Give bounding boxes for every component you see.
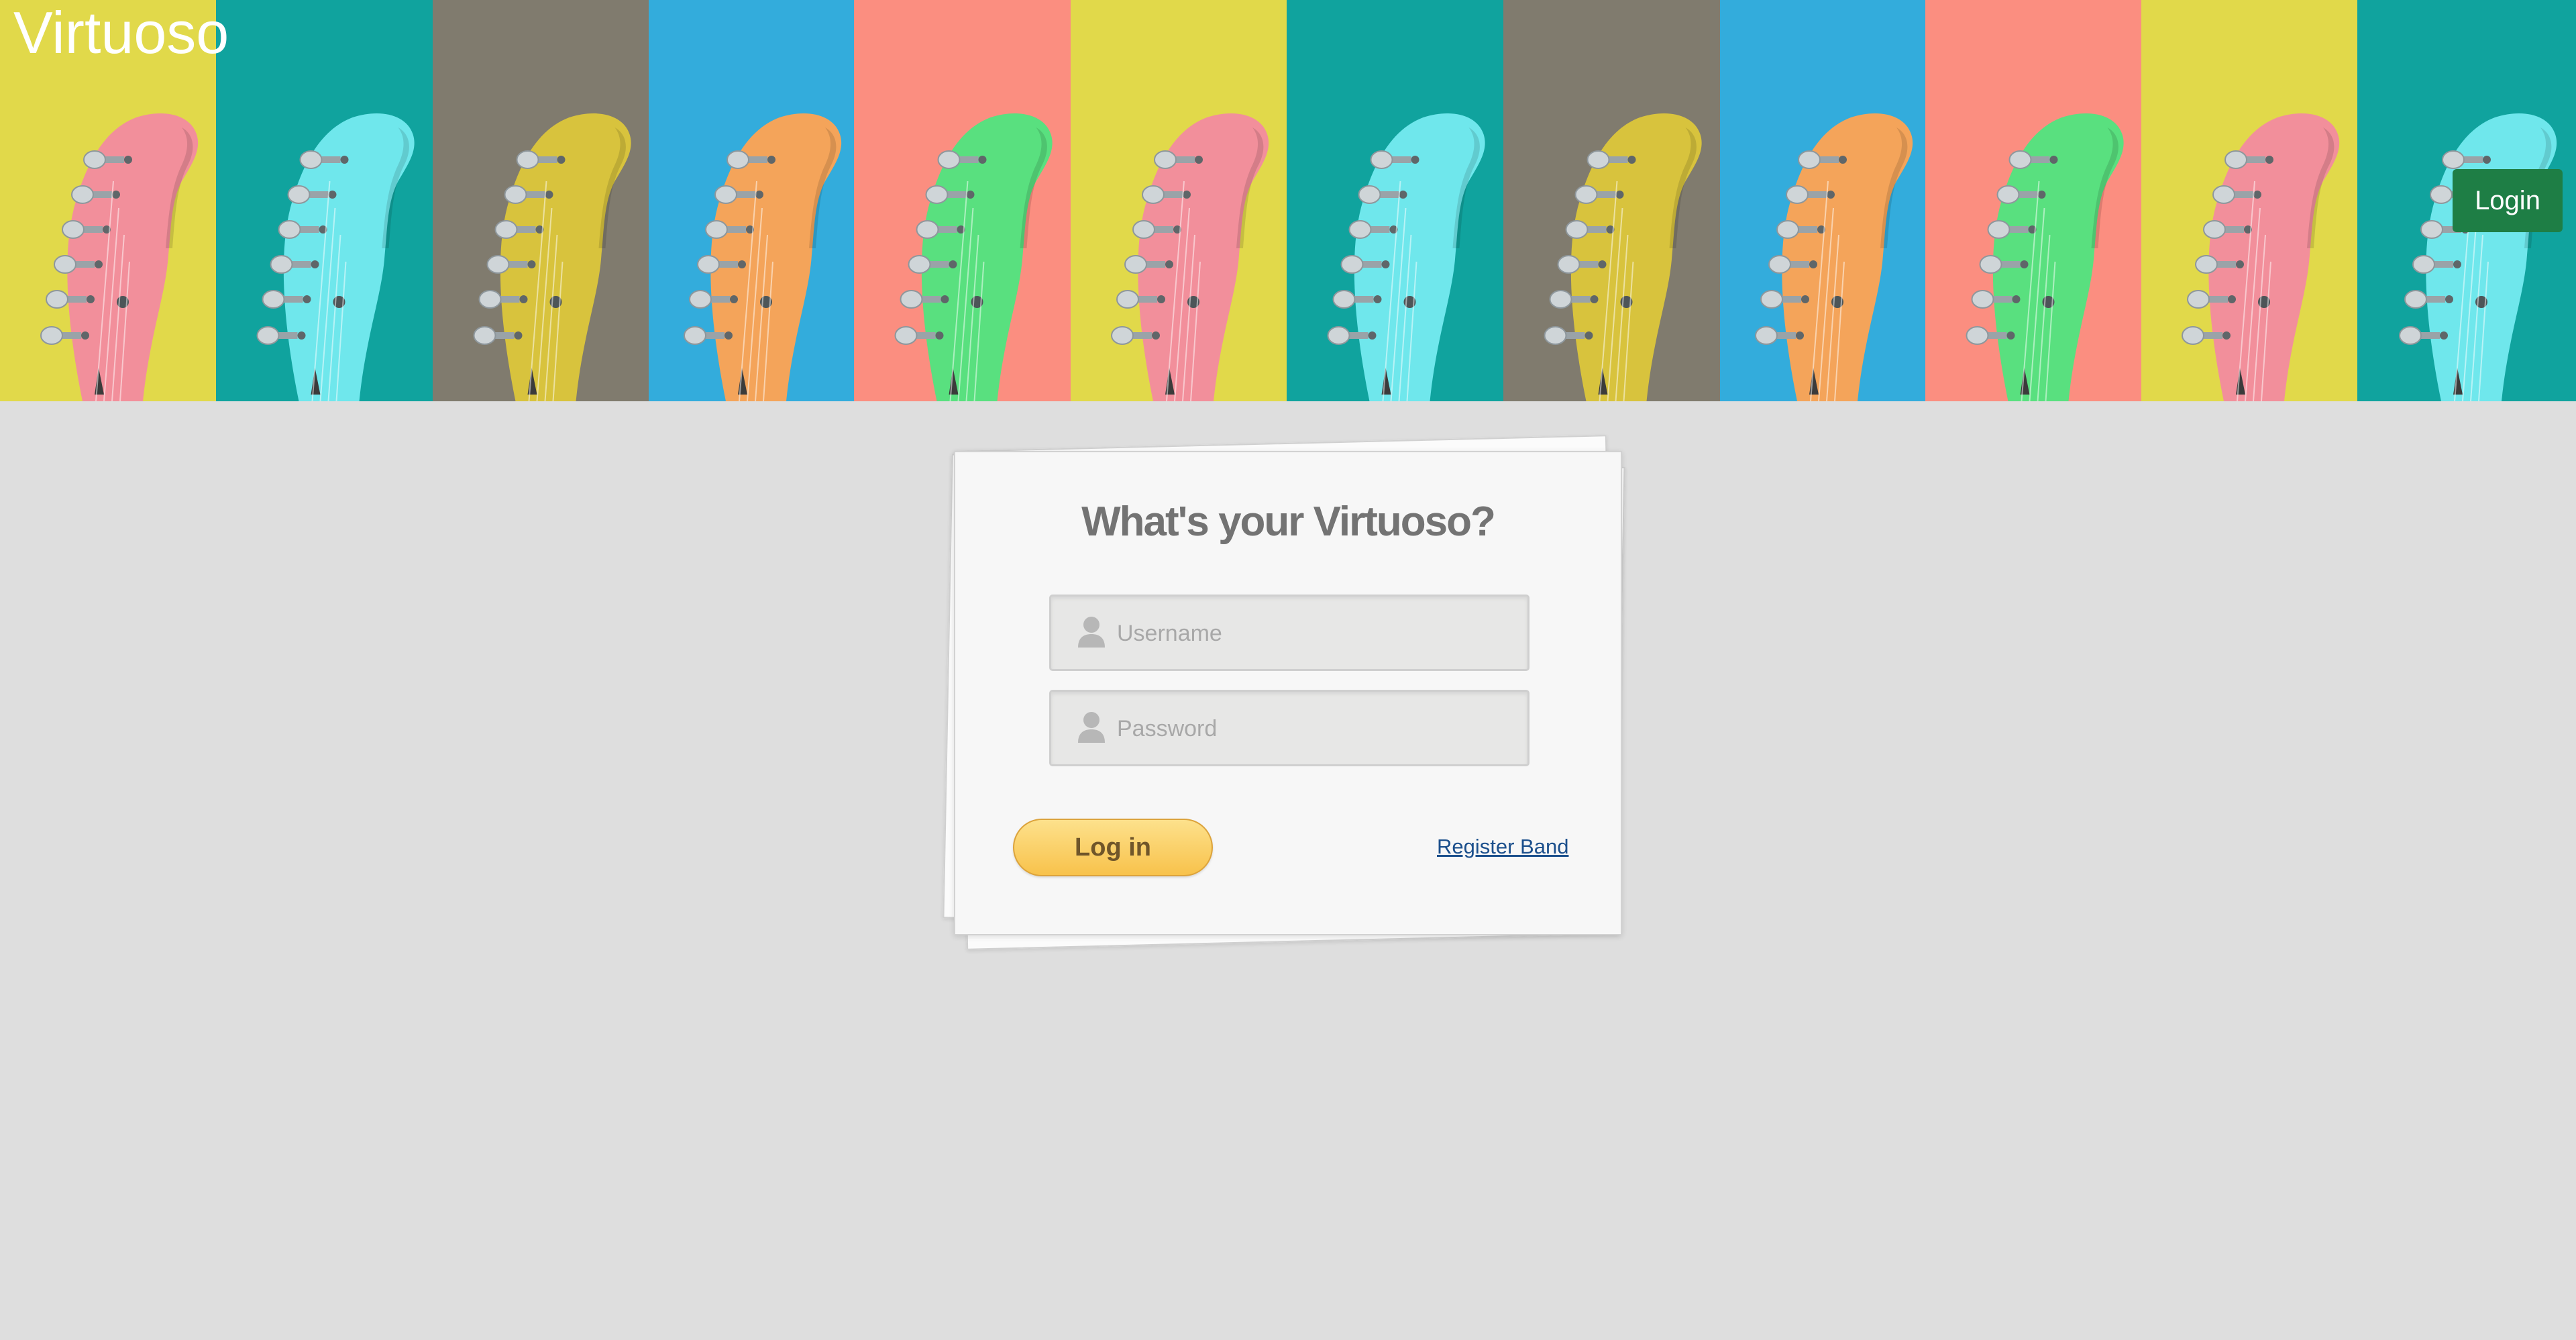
username-field[interactable]	[1049, 595, 1529, 671]
guitar-headstock-icon	[684, 113, 842, 401]
banner	[0, 0, 2576, 401]
username-input[interactable]	[1116, 597, 1514, 670]
user-icon	[1077, 615, 1106, 652]
banner-panel	[215, 0, 433, 401]
guitar-headstock-icon	[1327, 113, 1485, 401]
header-login-button[interactable]: Login	[2453, 169, 2563, 232]
guitar-headstock-icon	[1754, 113, 1913, 401]
user-icon	[1077, 711, 1106, 748]
banner-panel	[1503, 0, 1720, 401]
guitar-headstock-icon	[256, 113, 415, 401]
banner-panel	[854, 0, 1071, 401]
banner-panel	[1071, 0, 1287, 401]
guitar-headstock-icon	[1111, 113, 1269, 401]
guitar-headstock-icon	[1966, 113, 2124, 401]
guitar-headstock-icon	[2182, 113, 2340, 401]
register-band-link[interactable]: Register Band	[1437, 835, 1568, 859]
guitar-headstock-icon	[894, 113, 1053, 401]
banner-panel	[1287, 0, 1503, 401]
brand-logo[interactable]: Virtuoso	[13, 0, 229, 67]
banner-panel	[1719, 0, 1925, 401]
guitar-headstock-icon	[1544, 113, 1702, 401]
banner-panel	[432, 0, 649, 401]
banner-panel	[2141, 0, 2358, 401]
login-card: What's your Virtuoso? Log in Register Ba…	[954, 451, 1622, 935]
banner-panel	[649, 0, 855, 401]
guitar-headstock-icon	[473, 113, 631, 401]
banner-panel	[1925, 0, 2142, 401]
login-title: What's your Virtuoso?	[1081, 499, 1496, 545]
password-input[interactable]	[1116, 692, 1514, 766]
log-in-button[interactable]: Log in	[1013, 819, 1213, 876]
password-field[interactable]	[1049, 690, 1529, 766]
